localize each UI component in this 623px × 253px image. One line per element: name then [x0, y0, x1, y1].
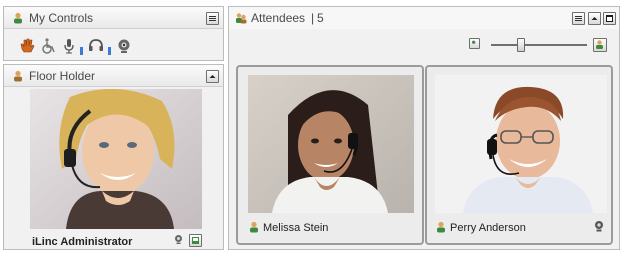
attendees-title: Attendees	[251, 11, 306, 25]
mic-active-indicator	[80, 47, 83, 55]
webcam-icon[interactable]	[115, 37, 133, 55]
attendee-video	[248, 75, 414, 213]
my-controls-header: My Controls	[4, 7, 223, 29]
attendee-status-icon	[435, 221, 447, 233]
attendee-card[interactable]: Melissa Stein	[236, 65, 424, 245]
attendees-panel: Attendees | 5 Melissa Stein Perry Anders…	[228, 6, 620, 250]
zoom-out-icon[interactable]	[469, 38, 480, 49]
attendee-status-icon	[248, 221, 260, 233]
raise-hand-icon[interactable]	[18, 37, 36, 55]
webcam-icon[interactable]	[593, 220, 605, 232]
attendee-name: Perry Anderson	[450, 222, 526, 234]
collapse-attendees-button[interactable]	[588, 12, 601, 25]
attendees-menu-button[interactable]	[572, 12, 585, 25]
attendees-count: 5	[317, 11, 324, 25]
panel-menu-button[interactable]	[206, 12, 219, 25]
attendees-group-icon	[235, 12, 247, 24]
attendee-video	[435, 75, 607, 213]
attendee-name: Melissa Stein	[263, 222, 329, 234]
attendees-header: Attendees | 5	[229, 7, 619, 29]
floor-holder-title: Floor Holder	[29, 69, 96, 83]
headset-icon[interactable]	[87, 37, 105, 55]
webcam-status-icon[interactable]	[173, 234, 186, 247]
user-icon	[12, 12, 24, 24]
collapse-button[interactable]	[206, 70, 219, 83]
attendee-card[interactable]: Perry Anderson	[425, 65, 613, 245]
my-controls-title: My Controls	[29, 11, 94, 25]
headset-active-indicator	[108, 47, 111, 55]
zoom-slider-track[interactable]	[491, 44, 587, 46]
floor-holder-panel: Floor Holder iLinc Administrator	[3, 64, 224, 250]
microphone-icon[interactable]	[60, 37, 78, 55]
my-controls-panel: My Controls	[3, 6, 224, 61]
floor-holder-name: iLinc Administrator	[32, 236, 133, 248]
floor-holder-header: Floor Holder	[4, 65, 223, 87]
floor-holder-video	[30, 89, 202, 229]
attendees-separator: |	[311, 11, 315, 25]
wheelchair-icon[interactable]	[39, 37, 57, 55]
presenter-icon	[12, 70, 24, 82]
zoom-in-icon[interactable]	[593, 38, 607, 52]
maximize-button[interactable]	[603, 12, 616, 25]
whiteboard-status-icon[interactable]	[189, 234, 202, 247]
zoom-slider-thumb[interactable]	[517, 38, 526, 52]
